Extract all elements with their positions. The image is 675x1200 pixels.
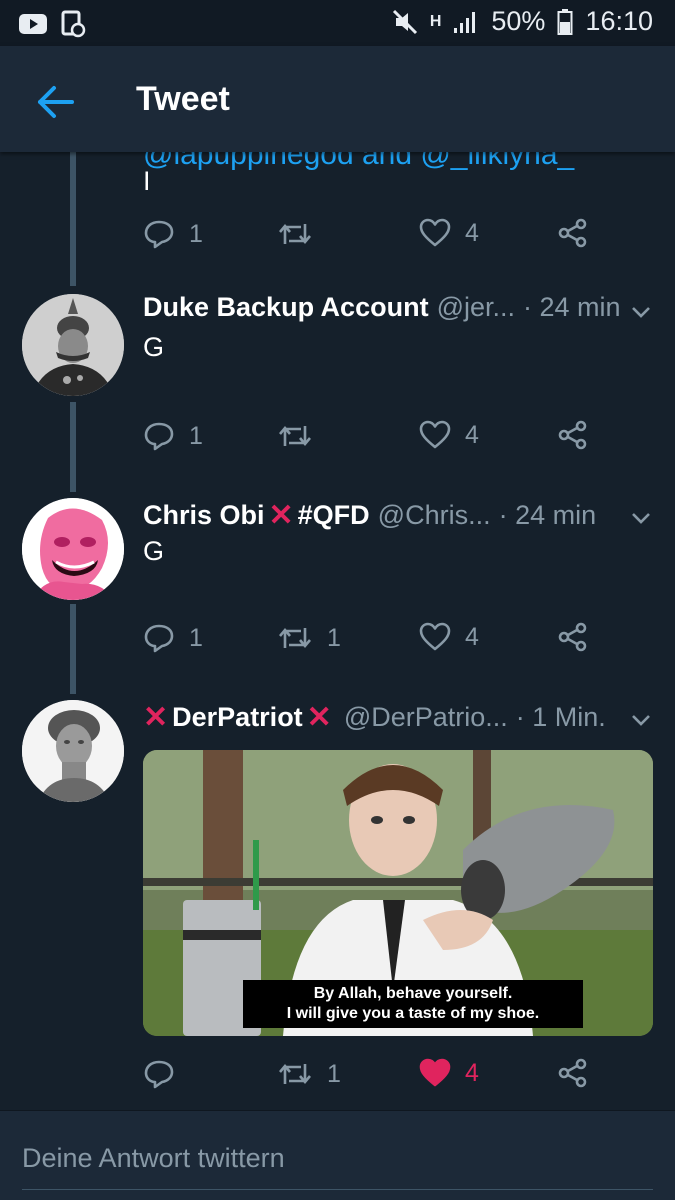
user-handle: @DerPatrio... xyxy=(343,702,508,732)
tweet-actions: 1 4 xyxy=(143,420,603,460)
retweet-icon xyxy=(279,627,311,649)
reply-icon xyxy=(144,624,174,653)
retweet-count: 1 xyxy=(327,1059,341,1088)
retweet-icon xyxy=(279,425,311,447)
user-handle: @jer... xyxy=(436,292,515,322)
mute-icon xyxy=(392,9,417,34)
heart-icon xyxy=(419,622,451,651)
caption-line: By Allah, behave yourself. xyxy=(313,985,513,1002)
tweet-header: Chris Obi ✕ #QFD @Chris... · 24 min xyxy=(143,498,623,533)
share-icon xyxy=(558,218,587,248)
reply-icon xyxy=(144,422,174,451)
retweet-icon xyxy=(279,223,311,245)
share-icon xyxy=(558,622,587,652)
media-caption: By Allah, behave yourself. I will give y… xyxy=(243,980,583,1028)
cross-mark-icon: ✕ xyxy=(306,701,332,734)
reply-icon xyxy=(144,220,174,249)
share-button[interactable] xyxy=(557,420,589,450)
chevron-down-icon[interactable] xyxy=(629,300,653,324)
share-button[interactable] xyxy=(557,218,589,248)
avatar-cartoon-icon xyxy=(22,498,124,600)
like-count: 4 xyxy=(465,622,479,651)
conversation-feed[interactable]: @lapuppinegod and @_lilkiyna_ I 1 4 Duke… xyxy=(0,152,675,1110)
tweet-actions: 1 4 xyxy=(143,1058,603,1098)
signal-icon xyxy=(454,11,476,33)
battery-icon xyxy=(557,8,573,35)
tweet-actions: 1 4 xyxy=(143,218,603,258)
status-bar: H 50% 16:10 xyxy=(0,0,675,46)
share-button[interactable] xyxy=(557,1058,589,1088)
cross-mark-icon: ✕ xyxy=(143,701,169,734)
avatar[interactable] xyxy=(22,498,124,600)
caption-line: I will give you a taste of my shoe. xyxy=(286,1005,540,1022)
like-count: 4 xyxy=(465,1058,479,1087)
cross-mark-icon: ✕ xyxy=(268,499,294,532)
heart-icon xyxy=(419,218,451,247)
reply-button[interactable]: 1 xyxy=(143,622,203,654)
timestamp: · 24 min xyxy=(498,500,597,530)
timestamp: · 1 Min. xyxy=(515,702,606,732)
retweet-button[interactable]: 1 xyxy=(277,1058,341,1090)
reply-button[interactable]: 1 xyxy=(143,420,203,452)
display-name[interactable]: Duke Backup Account xyxy=(143,292,429,323)
like-button[interactable]: 4 xyxy=(419,420,479,450)
like-button[interactable]: 4 xyxy=(419,622,479,652)
share-button[interactable] xyxy=(557,622,589,652)
retweet-count: 1 xyxy=(327,623,341,652)
display-name-suffix: #QFD xyxy=(297,500,370,530)
reply-icon xyxy=(144,1060,174,1089)
retweet-button[interactable] xyxy=(277,420,327,452)
screenshot-notification-icon xyxy=(61,10,86,38)
thread-line xyxy=(70,152,76,286)
page-title: Tweet xyxy=(136,80,230,118)
retweet-button[interactable] xyxy=(277,218,327,250)
tweet-actions: 1 1 4 xyxy=(143,622,603,662)
like-count: 4 xyxy=(465,218,479,247)
reply-count: 1 xyxy=(189,623,203,652)
back-arrow-icon[interactable] xyxy=(34,80,78,124)
retweet-icon xyxy=(279,1063,311,1085)
share-icon xyxy=(558,1058,587,1088)
tweet-header: ✕ DerPatriot ✕ @DerPatrio... · 1 Min. xyxy=(143,700,623,735)
reply-count: 1 xyxy=(189,219,203,248)
reply-composer[interactable]: Deine Antwort twittern xyxy=(0,1110,675,1200)
reply-button[interactable]: 1 xyxy=(143,218,203,250)
like-button[interactable]: 4 xyxy=(419,1058,479,1088)
retweet-button[interactable]: 1 xyxy=(277,622,341,654)
display-name[interactable]: DerPatriot xyxy=(172,702,303,733)
display-name[interactable]: Chris Obi xyxy=(143,500,265,531)
like-count: 4 xyxy=(465,420,479,449)
chevron-down-icon[interactable] xyxy=(629,708,653,732)
heart-icon xyxy=(419,420,451,449)
tweet-mentions[interactable]: @lapuppinegod and @_lilkiyna_ xyxy=(143,152,574,172)
network-type: H xyxy=(429,12,442,30)
reply-input[interactable]: Deine Antwort twittern xyxy=(22,1143,285,1174)
user-handle: @Chris... xyxy=(377,500,491,530)
thread-line xyxy=(70,402,76,492)
thread-line xyxy=(70,604,76,694)
chevron-down-icon[interactable] xyxy=(629,506,653,530)
input-underline xyxy=(22,1189,653,1190)
battery-percent: 50% xyxy=(491,6,546,36)
avatar-statue-icon xyxy=(22,700,124,802)
like-button[interactable]: 4 xyxy=(419,218,479,248)
clock: 16:10 xyxy=(585,6,653,36)
avatar-portrait-icon xyxy=(22,294,124,396)
tweet-text: G xyxy=(143,536,165,566)
reply-count: 1 xyxy=(189,421,203,450)
app-header: Tweet xyxy=(0,46,675,152)
tweet-media-image[interactable]: By Allah, behave yourself. I will give y… xyxy=(143,750,653,1036)
tweet-text: I xyxy=(143,166,151,196)
avatar[interactable] xyxy=(22,700,124,802)
tweet-header: Duke Backup Account @jer... · 24 min xyxy=(143,292,623,323)
heart-filled-icon xyxy=(419,1058,451,1087)
share-icon xyxy=(558,420,587,450)
timestamp: · 24 min xyxy=(523,292,621,322)
tweet-text: G xyxy=(143,332,165,362)
reply-button[interactable] xyxy=(143,1058,189,1090)
avatar[interactable] xyxy=(22,294,124,396)
youtube-notification-icon xyxy=(19,14,47,34)
